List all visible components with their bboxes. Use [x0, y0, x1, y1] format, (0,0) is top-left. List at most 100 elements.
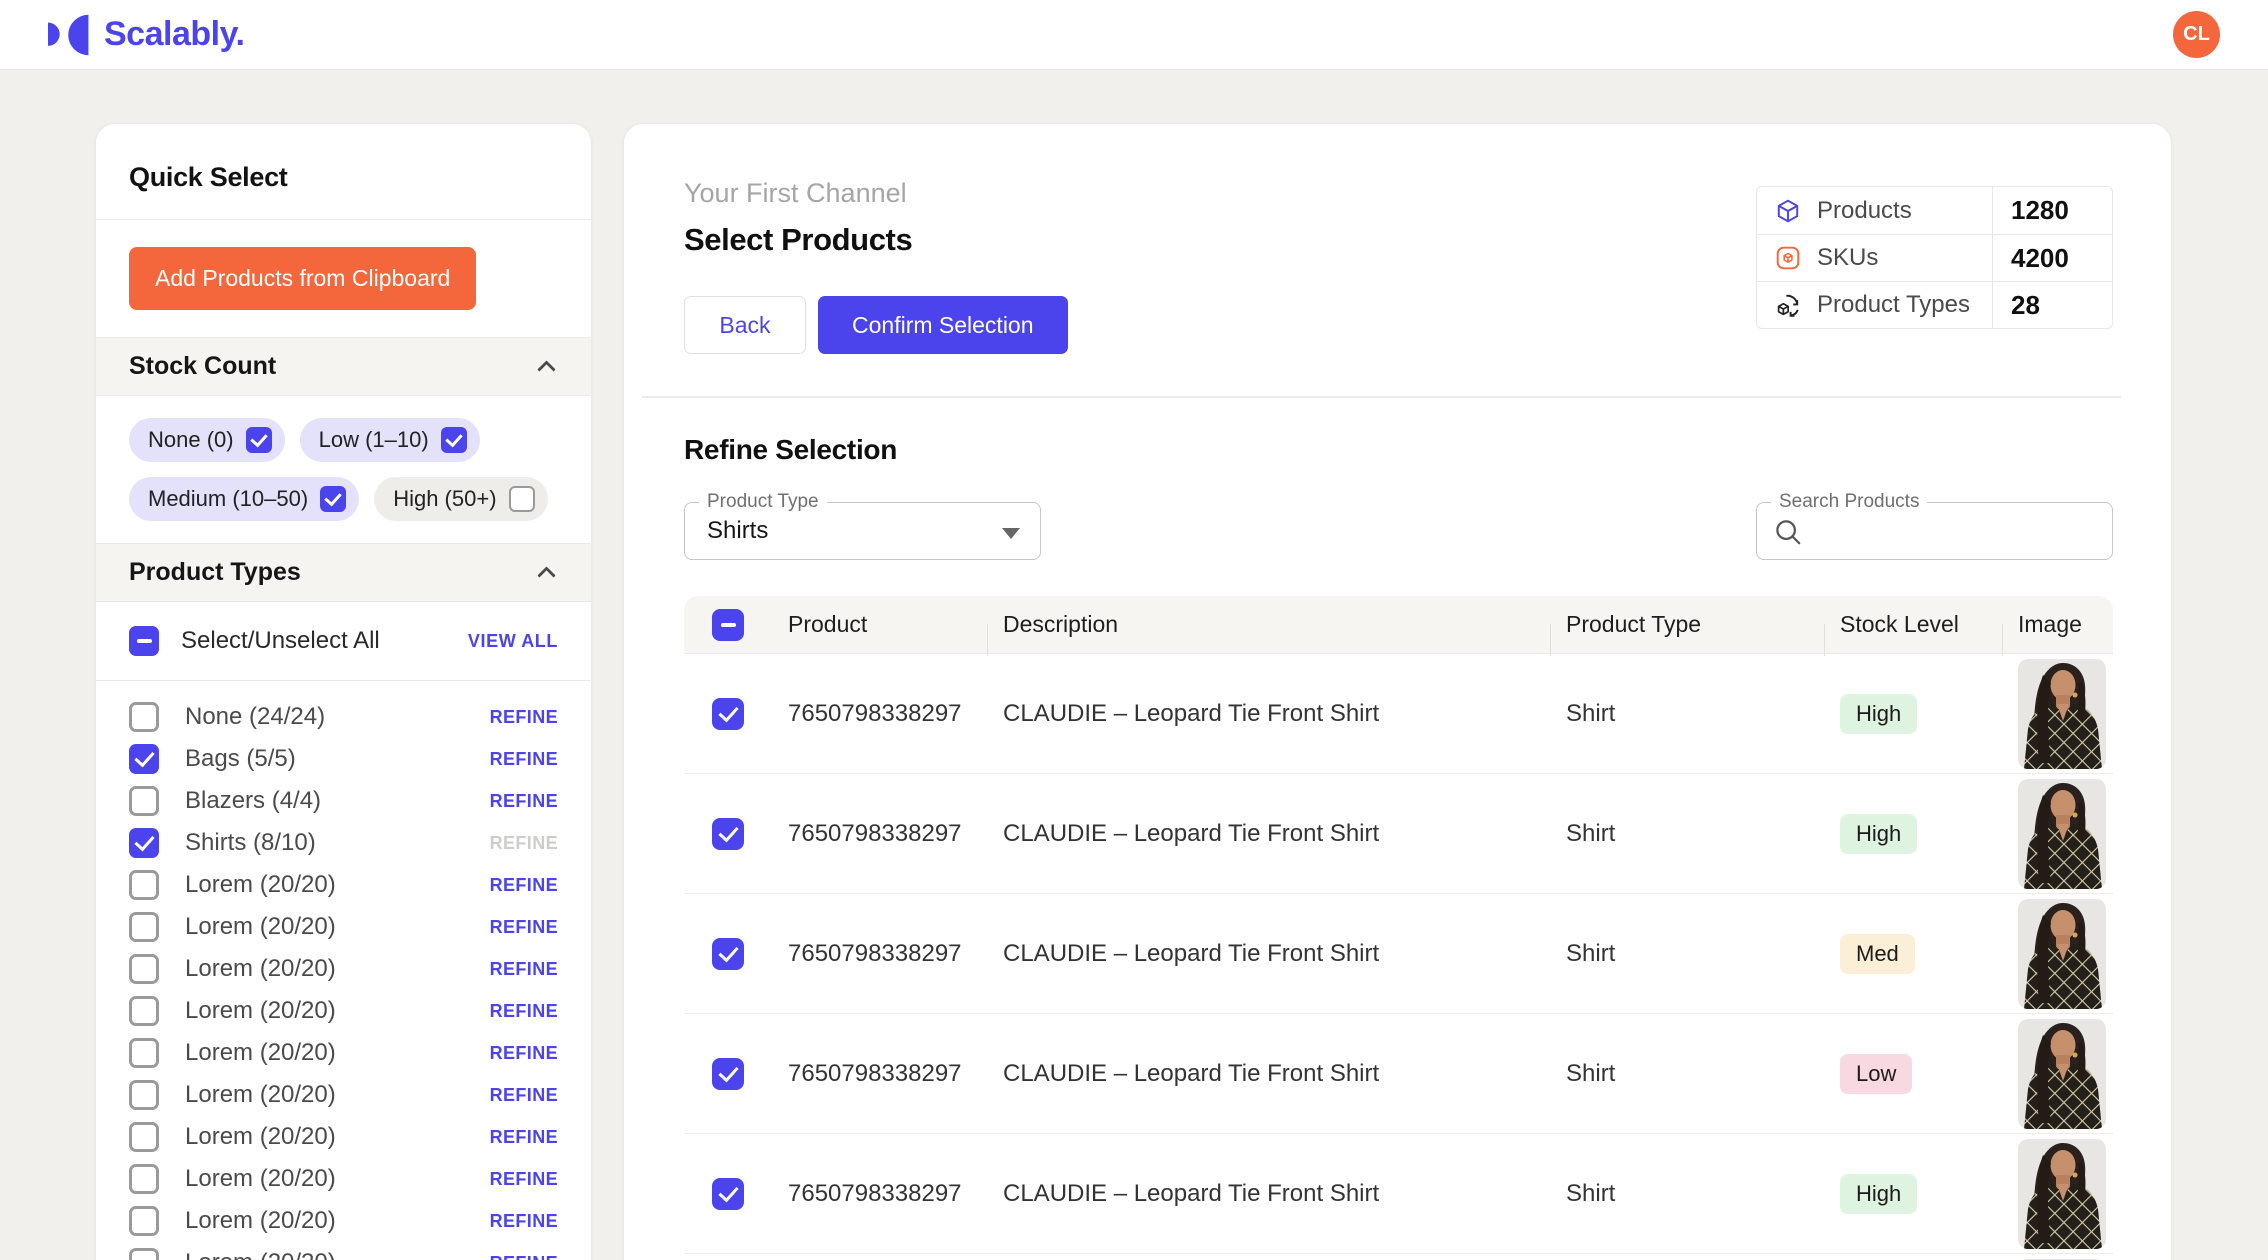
caret-down-icon [1002, 528, 1020, 539]
product-type-select[interactable]: Product Type Shirts [684, 502, 1041, 560]
product-id-cell: 7650798338297 [772, 700, 987, 728]
confirm-selection-button[interactable]: Confirm Selection [818, 296, 1068, 354]
stock-level-badge: High [1840, 694, 1917, 734]
refine-link[interactable]: REFINE [490, 1127, 558, 1148]
product-type-checkbox[interactable] [129, 1122, 159, 1152]
stock-level-badge: High [1840, 814, 1917, 854]
stock-count-section-header[interactable]: Stock Count [96, 338, 591, 396]
table-row: 7650798338297 CLAUDIE – Leopard Tie Fron… [684, 654, 2113, 774]
chip-label: Medium (10–50) [148, 486, 308, 512]
stock-level-badge: Med [1840, 934, 1915, 974]
stock-count-chips: None (0) Low (1–10) Medium (10–50) High … [96, 396, 591, 544]
product-type-list-item: Lorem (20/20) REFINE [129, 1242, 558, 1260]
product-type-checkbox[interactable] [129, 1038, 159, 1068]
chip-checkbox[interactable] [509, 486, 535, 512]
product-type-checkbox[interactable] [129, 996, 159, 1026]
refine-link[interactable]: REFINE [490, 1043, 558, 1064]
stat-row-skus: SKUs 4200 [1757, 234, 2112, 281]
stock-count-chip[interactable]: High (50+) [374, 477, 547, 521]
row-checkbox[interactable] [712, 1058, 744, 1090]
refine-title: Refine Selection [684, 434, 2113, 466]
product-image [2018, 1139, 2106, 1249]
topbar: Scalably. CL [0, 0, 2268, 70]
product-type-checkbox[interactable] [129, 786, 159, 816]
product-type-checkbox[interactable] [129, 828, 159, 858]
product-type-label: Blazers (4/4) [185, 787, 464, 815]
product-type-list-item: Lorem (20/20) REFINE [129, 1158, 558, 1200]
row-checkbox[interactable] [712, 818, 744, 850]
refine-link[interactable]: REFINE [490, 707, 558, 728]
refine-link[interactable]: REFINE [490, 1085, 558, 1106]
user-avatar[interactable]: CL [2173, 11, 2220, 58]
refine-section: Refine Selection Product Type Shirts Sea… [624, 398, 2171, 560]
product-type-label: Lorem (20/20) [185, 1165, 464, 1193]
row-checkbox[interactable] [712, 698, 744, 730]
view-all-link[interactable]: VIEW ALL [468, 631, 558, 652]
product-type-list-item: Lorem (20/20) REFINE [129, 1032, 558, 1074]
product-type-checkbox[interactable] [129, 954, 159, 984]
product-type-label: Lorem (20/20) [185, 1123, 464, 1151]
brand-logo-icon [48, 13, 90, 57]
column-header-description: Description [987, 611, 1550, 638]
product-type-checkbox[interactable] [129, 744, 159, 774]
chip-checkbox[interactable] [246, 427, 272, 453]
table-row: 7650798338297 CLAUDIE – Leopard Tie Fron… [684, 894, 2113, 1014]
refine-link[interactable]: REFINE [490, 833, 558, 854]
select-all-checkbox[interactable] [129, 626, 159, 656]
chip-label: None (0) [148, 427, 234, 453]
product-type-cell: Shirt [1550, 820, 1824, 848]
add-products-clipboard-button[interactable]: Add Products from Clipboard [129, 247, 476, 310]
description-cell: CLAUDIE – Leopard Tie Front Shirt [987, 1060, 1550, 1088]
product-id-cell: 7650798338297 [772, 940, 987, 968]
product-type-checkbox[interactable] [129, 1206, 159, 1236]
product-type-list-item: Bags (5/5) REFINE [129, 738, 558, 780]
products-table: Product Description Product Type Stock L… [684, 596, 2113, 1260]
product-type-checkbox[interactable] [129, 1248, 159, 1260]
refine-link[interactable]: REFINE [490, 1169, 558, 1190]
product-types-section-header[interactable]: Product Types [96, 544, 591, 602]
column-header-stock-level: Stock Level [1824, 611, 2002, 638]
stock-level-badge: Low [1840, 1054, 1912, 1094]
product-image [2018, 899, 2106, 1009]
product-type-list-item: Lorem (20/20) REFINE [129, 990, 558, 1032]
table-row: 7650798338297 CLAUDIE – Leopard Tie Fron… [684, 774, 2113, 894]
row-checkbox[interactable] [712, 938, 744, 970]
search-products-input[interactable] [1813, 503, 2103, 559]
product-type-checkbox[interactable] [129, 870, 159, 900]
product-type-checkbox[interactable] [129, 1164, 159, 1194]
table-row: 7650798338297 CLAUDIE – Leopard Tie Fron… [684, 1014, 2113, 1134]
refine-link[interactable]: REFINE [490, 875, 558, 896]
table-row: 7650798338297 CLAUDIE – Leopard Tie Fron… [684, 1134, 2113, 1254]
chevron-up-icon [537, 360, 555, 378]
stat-label: Product Types [1817, 291, 1970, 319]
table-select-all-checkbox[interactable] [712, 609, 744, 641]
refine-link[interactable]: REFINE [490, 1253, 558, 1260]
product-type-list-item: Shirts (8/10) REFINE [129, 822, 558, 864]
refine-link[interactable]: REFINE [490, 749, 558, 770]
product-type-checkbox[interactable] [129, 702, 159, 732]
stock-count-chip[interactable]: None (0) [129, 418, 285, 462]
refine-link[interactable]: REFINE [490, 917, 558, 938]
stock-count-chip[interactable]: Medium (10–50) [129, 477, 359, 521]
refine-link[interactable]: REFINE [490, 1001, 558, 1022]
refine-link[interactable]: REFINE [490, 959, 558, 980]
product-type-list-item: Lorem (20/20) REFINE [129, 948, 558, 990]
quick-select-title: Quick Select [96, 124, 591, 220]
product-type-select-label: Product Type [699, 491, 827, 513]
chip-checkbox[interactable] [320, 486, 346, 512]
product-type-list-item: Lorem (20/20) REFINE [129, 1200, 558, 1242]
description-cell: CLAUDIE – Leopard Tie Front Shirt [987, 820, 1550, 848]
refine-link[interactable]: REFINE [490, 791, 558, 812]
stock-count-chip[interactable]: Low (1–10) [300, 418, 480, 462]
product-type-checkbox[interactable] [129, 1080, 159, 1110]
product-type-label: Lorem (20/20) [185, 955, 464, 983]
table-row: 7650798338297 CLAUDIE – Leopard Tie Fron… [684, 1254, 2113, 1260]
product-type-label: Lorem (20/20) [185, 1039, 464, 1067]
refine-link[interactable]: REFINE [490, 1211, 558, 1232]
product-type-cell: Shirt [1550, 940, 1824, 968]
back-button[interactable]: Back [684, 296, 806, 354]
row-checkbox[interactable] [712, 1178, 744, 1210]
product-type-checkbox[interactable] [129, 912, 159, 942]
select-unselect-all-row: Select/Unselect All VIEW ALL [96, 602, 591, 681]
chip-checkbox[interactable] [441, 427, 467, 453]
